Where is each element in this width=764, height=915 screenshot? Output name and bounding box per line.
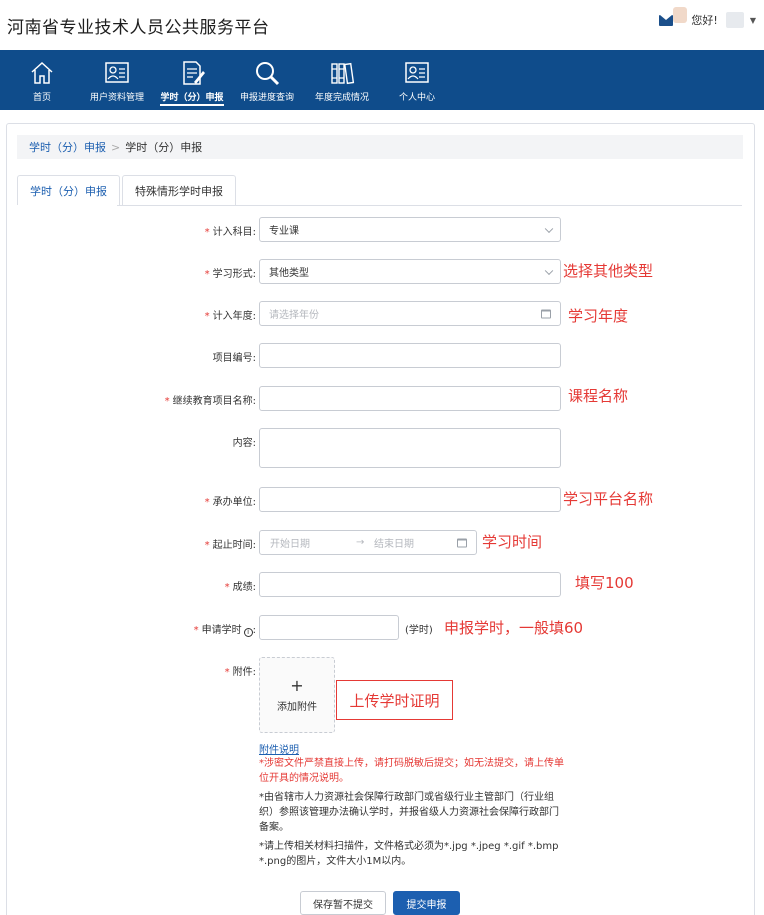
- nav-item-label: 申报进度查询: [239, 93, 294, 103]
- info-icon[interactable]: i: [243, 628, 253, 637]
- score-input[interactable]: [259, 572, 561, 597]
- annotation-organizer: 学习平台名称: [563, 490, 654, 508]
- nav-item-home[interactable]: 首页: [27, 50, 57, 110]
- breadcrumb-link[interactable]: 学时（分）申报: [29, 139, 106, 155]
- content-label: 内容:: [232, 438, 256, 449]
- nav-item-label: 用户资料管理: [89, 93, 144, 103]
- calendar-icon: [541, 309, 551, 318]
- annotation-year: 学习年度: [568, 307, 629, 325]
- project-no-input[interactable]: [259, 343, 561, 368]
- breadcrumb-separator: >: [111, 140, 121, 154]
- annotation-period: 学习时间: [482, 533, 543, 551]
- magnifier-icon: [256, 62, 280, 86]
- site-title: 河南省专业技术人员公共服务平台: [7, 18, 270, 38]
- subject-select[interactable]: 专业课: [259, 217, 561, 242]
- mail-icon[interactable]: [659, 14, 674, 26]
- nav-item-label: 首页: [32, 93, 51, 103]
- main-nav: 首页 用户资料管理 学时（分）申报 申报进度查询 年度完成情况 个人中心: [0, 50, 764, 110]
- start-date-input[interactable]: 开始日期: [270, 535, 310, 550]
- nav-item-progress-query[interactable]: 申报进度查询: [238, 50, 296, 110]
- top-header: 河南省专业技术人员公共服务平台 您好! ▼: [0, 0, 764, 50]
- hours-input[interactable]: [259, 615, 399, 640]
- year-picker[interactable]: 请选择年份: [259, 301, 561, 326]
- hours-label: * 申请学时 i:: [193, 625, 256, 637]
- chevron-down-icon: [544, 266, 554, 275]
- avatar: [673, 7, 688, 23]
- tab-special-hours-declare[interactable]: 特殊情形学时申报: [122, 175, 236, 205]
- hours-unit: (学时): [405, 625, 433, 636]
- nav-item-label: 学时（分）申报: [160, 90, 224, 106]
- plus-icon: +: [290, 675, 304, 695]
- project-name-label: * 继续教育项目名称:: [164, 396, 256, 407]
- user-card-icon: [405, 62, 429, 83]
- tab-divider: [117, 205, 742, 206]
- annotation-form: 选择其他类型: [563, 262, 654, 280]
- nav-item-hours-declare[interactable]: 学时（分）申报: [158, 50, 226, 110]
- year-label: * 计入年度:: [204, 311, 256, 322]
- study-form-label: * 学习形式:: [204, 269, 256, 280]
- date-range-picker[interactable]: 开始日期 → 结束日期: [259, 530, 477, 555]
- books-icon: [331, 62, 355, 85]
- score-label: * 成绩:: [224, 582, 256, 593]
- tab-hours-declare[interactable]: 学时（分）申报: [17, 175, 120, 205]
- annotation-attachment: 上传学时证明: [336, 680, 453, 720]
- end-date-input[interactable]: 结束日期: [374, 535, 414, 550]
- save-draft-button[interactable]: 保存暂不提交: [300, 891, 386, 915]
- caret-down-icon[interactable]: ▼: [750, 16, 756, 25]
- nav-item-personal-center[interactable]: 个人中心: [396, 50, 438, 110]
- organizer-input[interactable]: [259, 487, 561, 512]
- breadcrumb: 学时（分）申报 > 学时（分）申报: [17, 135, 743, 159]
- annotation-project-name: 课程名称: [568, 387, 629, 405]
- user-area[interactable]: 您好! ▼: [659, 7, 756, 28]
- user-card-icon: [105, 62, 129, 83]
- help-text-red: *涉密文件严禁直接上传，请打码脱敏后提交；如无法提交，请上传单位开具的情况说明。: [259, 758, 564, 784]
- document-edit-icon: [183, 61, 205, 85]
- username: [725, 12, 744, 28]
- upload-label: 添加附件: [277, 701, 317, 713]
- annotation-score: 填写100: [575, 574, 634, 592]
- study-form-select[interactable]: 其他类型: [259, 259, 561, 284]
- organizer-label: * 承办单位:: [204, 497, 256, 508]
- range-arrow: →: [356, 537, 365, 548]
- greeting-text: 您好!: [691, 14, 718, 27]
- period-label: * 起止时间:: [204, 540, 256, 551]
- help-text-2: *请上传相关材料扫描件，文件格式必须为*.jpg *.jpeg *.gif *.…: [259, 841, 559, 867]
- annotation-hours: 申报学时，一般填60: [444, 619, 584, 637]
- subject-label: * 计入科目:: [204, 227, 256, 238]
- tab-bar: 学时（分）申报 特殊情形学时申报: [17, 175, 238, 205]
- add-attachment-button[interactable]: + 添加附件: [259, 657, 335, 733]
- help-text-1: *由省辖市人力资源社会保障行政部门或省级行业主管部门（行业组织）参照该管理办法确…: [259, 792, 559, 833]
- nav-item-user-profile[interactable]: 用户资料管理: [86, 50, 148, 110]
- content-textarea[interactable]: [259, 428, 561, 468]
- attachment-label: * 附件:: [224, 667, 256, 678]
- calendar-icon: [457, 538, 467, 547]
- nav-item-label: 年度完成情况: [314, 93, 369, 103]
- nav-item-label: 个人中心: [398, 93, 435, 103]
- breadcrumb-current: 学时（分）申报: [125, 141, 203, 154]
- nav-item-annual-status[interactable]: 年度完成情况: [313, 50, 371, 110]
- project-name-input[interactable]: [259, 386, 561, 411]
- submit-button[interactable]: 提交申报: [393, 891, 460, 915]
- home-icon: [31, 61, 53, 84]
- project-no-label: 项目编号:: [212, 353, 256, 364]
- chevron-down-icon: [544, 224, 554, 233]
- attachment-help-link[interactable]: 附件说明: [259, 741, 299, 756]
